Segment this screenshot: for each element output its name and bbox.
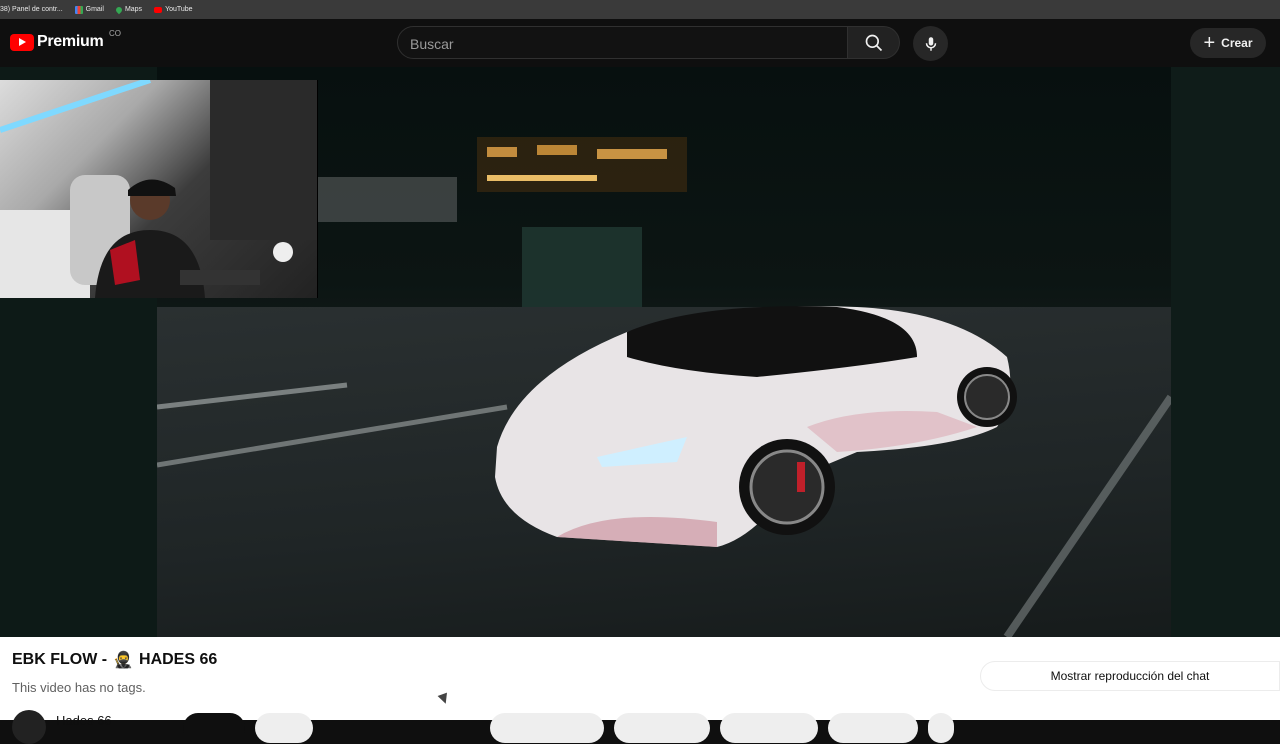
subscribe-button[interactable] (183, 713, 245, 743)
voice-search-button[interactable] (913, 26, 948, 61)
masthead: Premium CO + Crear (0, 19, 1280, 67)
video-title-channel: HADES 66 (139, 651, 218, 668)
youtube-play-icon (10, 33, 34, 51)
video-title: EBK FLOW - 🥷 HADES 66 (12, 650, 217, 670)
share-button[interactable] (614, 713, 710, 743)
search-button[interactable] (848, 26, 900, 59)
streamer-webcam-illustration (0, 80, 317, 298)
microphone-icon (925, 36, 936, 51)
channel-name[interactable]: Hades 66 (56, 713, 112, 728)
show-chat-replay-button[interactable]: Mostrar reproducción del chat (980, 661, 1280, 691)
download-button[interactable] (720, 713, 818, 743)
search-icon (865, 34, 882, 51)
bookmark-youtube[interactable]: YouTube (154, 6, 193, 13)
bookmark-youtube-label: YouTube (165, 6, 193, 13)
maps-icon (114, 5, 124, 14)
plus-icon: + (1203, 32, 1216, 54)
channel-avatar[interactable] (12, 710, 46, 744)
bookmark-panel-label: 38) Panel de contr... (0, 6, 63, 13)
show-chat-replay-label: Mostrar reproducción del chat (1050, 669, 1210, 683)
like-button[interactable] (490, 713, 604, 743)
country-code: CO (109, 29, 121, 38)
search-input[interactable] (398, 27, 832, 60)
bookmarks-bar: 38) Panel de contr... Gmail Maps YouTube (0, 0, 1280, 19)
logo-text: Premium (37, 33, 104, 50)
create-button-label: Crear (1221, 36, 1253, 50)
webcam-overlay (0, 80, 318, 298)
search-box (397, 26, 848, 60)
create-button[interactable]: + Crear (1190, 28, 1266, 58)
bookmark-gmail[interactable]: Gmail (74, 5, 104, 14)
clip-button[interactable] (828, 713, 918, 743)
bookmark-panel[interactable]: 38) Panel de contr... (0, 6, 63, 13)
bookmark-maps[interactable]: Maps (114, 5, 143, 14)
video-info: EBK FLOW - 🥷 HADES 66 This video has no … (0, 637, 1280, 744)
more-button[interactable] (928, 713, 954, 743)
video-side-strip (1171, 67, 1280, 637)
action-pill[interactable] (255, 713, 313, 743)
bookmark-gmail-label: Gmail (85, 6, 104, 13)
bookmark-maps-label: Maps (124, 6, 143, 13)
video-player[interactable] (0, 67, 1280, 637)
tags-text: This video has no tags. (12, 680, 146, 695)
ninja-emoji: 🥷 (113, 652, 134, 669)
youtube-icon (154, 6, 163, 13)
youtube-premium-logo[interactable]: Premium CO (10, 29, 121, 51)
video-title-prefix: EBK FLOW - (12, 651, 108, 668)
gmail-icon (74, 5, 83, 14)
